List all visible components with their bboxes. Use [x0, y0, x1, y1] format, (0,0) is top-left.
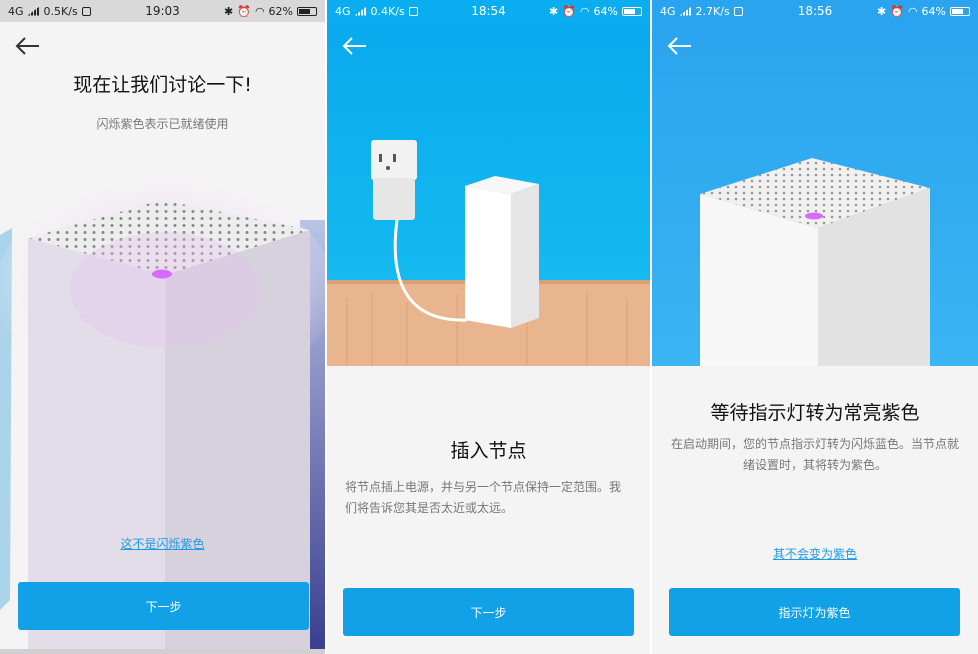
bluetooth-icon: ✱ — [877, 4, 887, 18]
battery-icon — [622, 6, 642, 16]
page-title: 现在让我们讨论一下! — [73, 74, 252, 96]
network-type: 4G — [335, 4, 351, 18]
clock: 18:56 — [797, 4, 833, 18]
page-subtitle: 将节点插上电源，并与另一个节点保持一定范围。我们将告诉您其是否太近或太远。 — [345, 480, 622, 515]
back-arrow-icon[interactable] — [341, 36, 367, 56]
led-indicator — [152, 269, 172, 279]
signal-icon — [354, 6, 367, 16]
screen-plug-in-node: 4G 0.4K/s 18:54 ✱ ⏰ ◠ 64% 插入节点 将节点插上电源，并… — [327, 0, 650, 654]
led-indicator — [805, 212, 823, 220]
not-blinking-purple-link[interactable]: 这不是闪烁紫色 — [0, 535, 325, 552]
next-button[interactable]: 下一步 — [343, 588, 634, 636]
alarm-icon: ⏰ — [237, 4, 251, 18]
back-arrow-icon[interactable] — [666, 36, 692, 56]
page-subtitle: 闪烁紫色表示已就绪使用 — [96, 117, 229, 131]
signal-icon — [679, 6, 692, 16]
battery-level: 62% — [268, 4, 293, 18]
bluetooth-icon: ✱ — [549, 4, 559, 18]
back-arrow-icon[interactable] — [14, 36, 40, 56]
network-speed: 2.7K/s — [695, 4, 730, 18]
not-turning-purple-link[interactable]: 其不会变为紫色 — [652, 545, 978, 562]
app-stage: 4G 0.5K/s 19:03 ✱ ⏰ ◠ 62% 现在让我们讨论一下! 闪烁紫… — [0, 0, 978, 654]
bluetooth-icon: ✱ — [224, 4, 234, 18]
alarm-icon: ⏰ — [562, 4, 576, 18]
battery-level: 64% — [593, 4, 618, 18]
clock: 19:03 — [145, 4, 180, 18]
notification-icon — [733, 6, 743, 16]
wifi-icon: ◠ — [907, 4, 918, 18]
battery-icon — [297, 6, 317, 16]
page-title: 插入节点 — [450, 440, 527, 462]
signal-icon — [27, 6, 40, 16]
network-speed: 0.5K/s — [43, 4, 78, 18]
next-button[interactable]: 下一步 — [18, 582, 309, 630]
wifi-icon: ◠ — [254, 4, 265, 18]
node-top-illustration — [652, 22, 978, 366]
clock: 18:54 — [471, 4, 506, 18]
alarm-icon: ⏰ — [890, 4, 904, 18]
status-bar: 4G 0.4K/s 18:54 ✱ ⏰ ◠ 64% — [327, 0, 650, 22]
battery-icon — [950, 6, 970, 16]
page-subtitle: 在启动期间，您的节点指示灯转为闪烁蓝色。当节点就绪设置时，其将转为紫色。 — [670, 437, 959, 472]
screen-wait-solid-purple: 4G 2.7K/s 18:56 ✱ ⏰ ◠ 64% 等待指示灯转为常亮紫色 在启… — [652, 0, 978, 654]
network-speed: 0.4K/s — [370, 4, 405, 18]
wifi-icon: ◠ — [579, 4, 590, 18]
node-illustration — [0, 180, 325, 650]
screen-blinking-purple: 4G 0.5K/s 19:03 ✱ ⏰ ◠ 62% 现在让我们讨论一下! 闪烁紫… — [0, 0, 325, 654]
page-title: 等待指示灯转为常亮紫色 — [710, 402, 920, 424]
nav-strip — [0, 649, 325, 654]
notification-icon — [81, 6, 91, 16]
light-is-purple-button[interactable]: 指示灯为紫色 — [669, 588, 960, 636]
battery-level: 64% — [921, 4, 946, 18]
network-type: 4G — [8, 4, 24, 18]
plug-illustration — [327, 22, 650, 366]
status-bar: 4G 2.7K/s 18:56 ✱ ⏰ ◠ 64% — [652, 0, 978, 22]
notification-icon — [408, 6, 418, 16]
status-bar: 4G 0.5K/s 19:03 ✱ ⏰ ◠ 62% — [0, 0, 325, 22]
network-type: 4G — [660, 4, 676, 18]
